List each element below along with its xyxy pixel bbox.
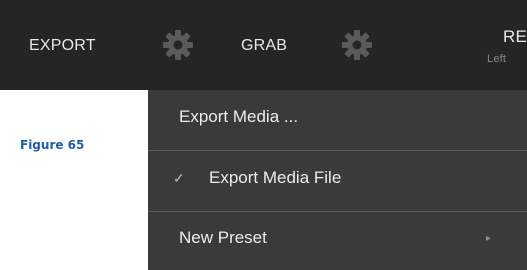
- menu-item-label: New Preset: [179, 228, 267, 247]
- menu-item-label: Export Media ...: [179, 107, 299, 126]
- check-icon: ✓: [173, 170, 185, 186]
- menu-item-export-media[interactable]: Export Media ...: [148, 90, 527, 150]
- grab-button[interactable]: GRAB: [241, 37, 287, 55]
- figure-caption: Figure 65: [20, 138, 85, 152]
- menu-item-label: Export Media File: [209, 168, 342, 187]
- record-button-label[interactable]: RE: [503, 27, 527, 47]
- chevron-right-icon: ▸: [486, 233, 492, 244]
- export-dropdown-menu: Export Media ... ✓ Export Media File New…: [148, 90, 527, 270]
- toolbar: EXPORT GRAB RE Left: [0, 0, 527, 90]
- gear-icon[interactable]: [340, 28, 374, 62]
- export-button[interactable]: EXPORT: [29, 37, 96, 55]
- record-sublabel: Left: [487, 53, 507, 65]
- menu-item-new-preset[interactable]: New Preset ▸: [148, 212, 527, 270]
- gear-icon[interactable]: [161, 28, 195, 62]
- menu-item-export-media-file[interactable]: ✓ Export Media File: [148, 151, 527, 211]
